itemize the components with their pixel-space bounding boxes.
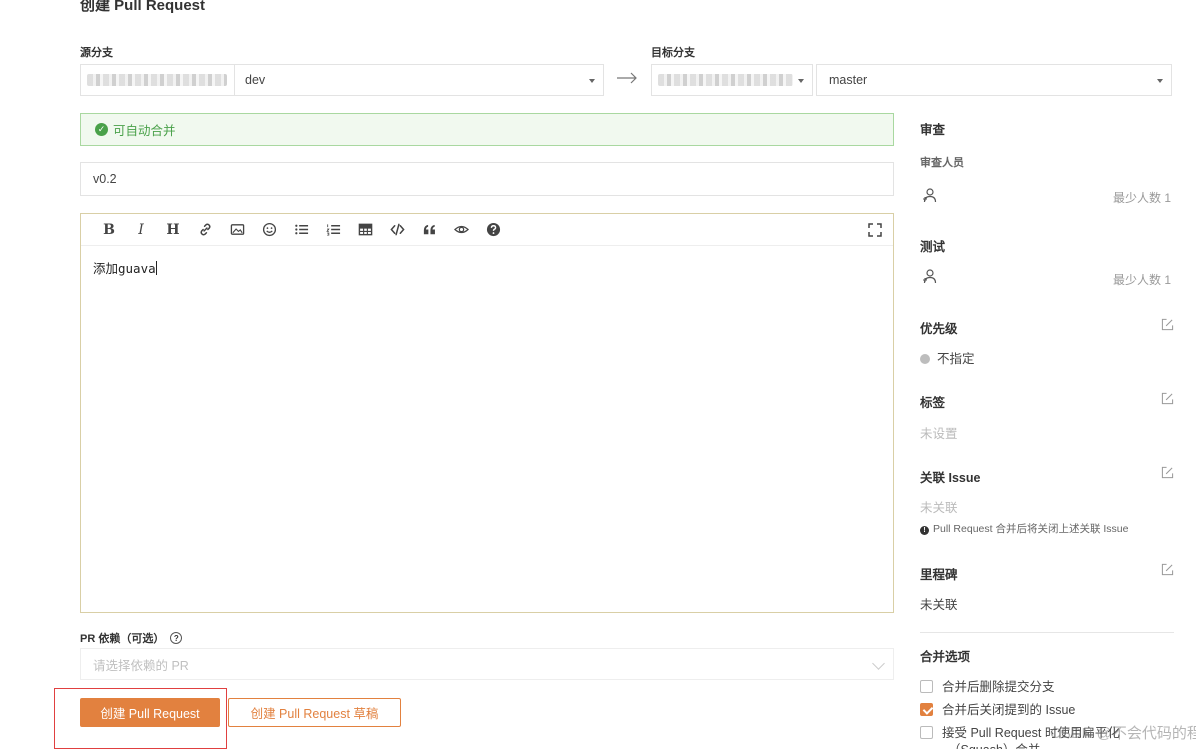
test-section-title: 测试	[920, 240, 946, 254]
review-section-title: 审查	[920, 123, 946, 137]
target-branch-select[interactable]: master	[816, 64, 1172, 96]
priority-value-text: 不指定	[937, 352, 975, 366]
labels-value: 未设置	[920, 427, 958, 441]
heading-button[interactable]: H	[157, 214, 189, 246]
emoji-icon[interactable]	[253, 214, 285, 246]
code-icon[interactable]	[381, 214, 413, 246]
merge-status-banner: ✓ 可自动合并	[80, 113, 894, 146]
info-icon: !	[920, 526, 929, 535]
close-issue-checkbox[interactable]	[920, 703, 933, 716]
merge-option-delete-branch[interactable]: 合并后删除提交分支	[920, 676, 1055, 695]
priority-value[interactable]: 不指定	[920, 348, 975, 367]
page-title: 创建 Pull Request	[80, 0, 206, 14]
editor-text: 添加guava	[93, 261, 156, 276]
delete-branch-checkbox[interactable]	[920, 680, 933, 693]
merge-options-title: 合并选项	[920, 650, 971, 664]
priority-section-title: 优先级	[920, 322, 958, 336]
watermark: CSDN @不会代码的程序猿~~	[1050, 725, 1196, 742]
fullscreen-icon[interactable]	[867, 222, 883, 238]
target-repo-select[interactable]	[651, 64, 813, 96]
review-min-count: 最少人数 1	[1113, 191, 1172, 205]
pr-dependency-select[interactable]: 请选择依赖的 PR	[80, 648, 894, 680]
create-draft-pr-button[interactable]: 创建 Pull Request 草稿	[228, 698, 401, 727]
help-icon[interactable]	[477, 214, 509, 246]
preview-icon[interactable]	[445, 214, 477, 246]
target-branch-value: master	[829, 73, 868, 87]
pr-title-value: v0.2	[93, 172, 117, 186]
edit-issue-icon[interactable]	[1161, 466, 1174, 479]
target-branch-label: 目标分支	[651, 47, 695, 59]
target-repo-name-blurred	[658, 74, 793, 86]
check-circle-icon: ✓	[95, 123, 108, 136]
arrow-right-icon	[617, 72, 637, 84]
milestone-section-title: 里程碑	[920, 568, 958, 582]
source-branch-value: dev	[245, 73, 266, 87]
pr-dependency-placeholder: 请选择依赖的 PR	[93, 658, 189, 673]
source-repo-name-blurred	[87, 74, 227, 86]
caret-down-icon	[798, 79, 804, 83]
editor-toolbar: B I H	[81, 214, 893, 246]
labels-section-title: 标签	[920, 396, 946, 410]
delete-branch-label: 合并后删除提交分支	[942, 680, 1055, 694]
caret-down-icon	[589, 79, 595, 83]
italic-button[interactable]: I	[125, 214, 157, 246]
add-tester-icon[interactable]	[922, 268, 938, 284]
issue-section-title: 关联 Issue	[920, 471, 981, 485]
chevron-down-icon	[872, 657, 885, 670]
question-icon[interactable]: ?	[170, 632, 183, 644]
pr-dependency-label-text: PR 依赖（可选）	[80, 633, 165, 645]
source-branch-label: 源分支	[80, 47, 113, 59]
editor-content[interactable]: 添加guava	[81, 246, 893, 289]
source-repo-select[interactable]	[80, 64, 235, 96]
squash-checkbox[interactable]	[920, 726, 933, 739]
squash-label-line2: （Squash）合并	[948, 739, 1040, 749]
issue-value: 未关联	[920, 501, 958, 515]
highlight-annotation-box	[54, 688, 227, 749]
ordered-list-icon[interactable]	[317, 214, 349, 246]
pr-dependency-label: PR 依赖（可选） ?	[80, 630, 183, 646]
link-icon[interactable]	[189, 214, 221, 246]
pr-title-input[interactable]: v0.2	[80, 162, 894, 196]
edit-priority-icon[interactable]	[1161, 318, 1174, 331]
reviewers-label: 审查人员	[920, 157, 964, 169]
edit-milestone-icon[interactable]	[1161, 563, 1174, 576]
table-icon[interactable]	[349, 214, 381, 246]
close-issue-label: 合并后关闭提到的 Issue	[942, 703, 1076, 717]
sidebar-divider	[920, 632, 1174, 633]
priority-dot-icon	[920, 354, 930, 364]
milestone-value: 未关联	[920, 598, 958, 612]
text-cursor	[155, 261, 157, 275]
image-icon[interactable]	[221, 214, 253, 246]
bullet-list-icon[interactable]	[285, 214, 317, 246]
caret-down-icon	[1157, 79, 1163, 83]
edit-labels-icon[interactable]	[1161, 392, 1174, 405]
add-reviewer-icon[interactable]	[922, 187, 938, 203]
issue-hint: ! Pull Request 合并后将关闭上述关联 Issue	[920, 521, 1128, 536]
test-min-count: 最少人数 1	[1113, 273, 1172, 287]
markdown-editor[interactable]: B I H 添加guava	[80, 213, 894, 613]
bold-button[interactable]: B	[93, 214, 125, 246]
issue-hint-text: Pull Request 合并后将关闭上述关联 Issue	[933, 523, 1129, 535]
merge-status-text: 可自动合并	[113, 124, 176, 138]
merge-option-close-issue[interactable]: 合并后关闭提到的 Issue	[920, 699, 1075, 718]
source-branch-select[interactable]: dev	[234, 64, 604, 96]
quote-icon[interactable]	[413, 214, 445, 246]
